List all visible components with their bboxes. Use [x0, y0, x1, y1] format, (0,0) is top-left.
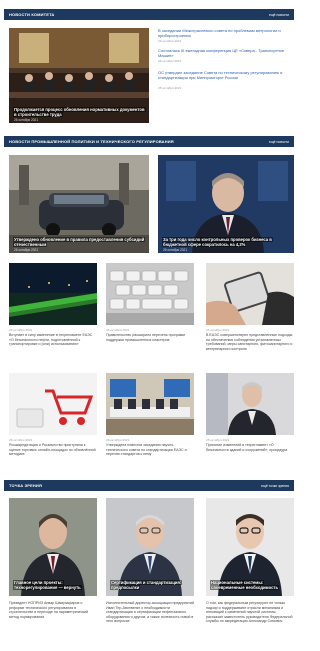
- news-title[interactable]: Росаккредитация и Роскачество приступили…: [9, 443, 97, 471]
- featured-caption: Продолжается процесс обновления норматив…: [13, 106, 146, 117]
- section-title: НОВОСТИ ПРОМЫШЛЕННОЙ ПОЛИТИКИ И ТЕХНИЧЕС…: [9, 139, 174, 144]
- industry-featured-card[interactable]: Утверждено обновление в правила предоста…: [9, 155, 149, 253]
- committee-news-link[interactable]: Состоялась III ежегодная конференция ЦЕ …: [158, 48, 294, 58]
- official-portrait-photo: [206, 373, 294, 435]
- featured-date: 26 октября 2021: [163, 247, 188, 252]
- tablet-hands-photo: [206, 263, 294, 325]
- news-title[interactable]: В ЕАЭС совершенствуют представленные под…: [206, 333, 294, 365]
- section-title: ТОЧКА ЗРЕНИЯ: [9, 483, 42, 488]
- featured-date: 26 октября 2021: [14, 247, 39, 252]
- opinion-card[interactable]: Национальные системы: своевременные необ…: [206, 498, 294, 596]
- news-thumbnail[interactable]: [106, 263, 194, 325]
- keyboard-photo: [106, 263, 194, 325]
- featured-caption: За три года число контрольных проверок б…: [162, 236, 273, 247]
- featured-caption: Утверждено обновление в правила предоста…: [13, 236, 146, 247]
- news-date: 25 октября 2021: [158, 86, 182, 90]
- featured-date: 26 октября 2021: [14, 117, 39, 122]
- news-thumbnail[interactable]: [106, 373, 194, 435]
- news-date: 25 октября 2021: [206, 328, 230, 332]
- opinion-card[interactable]: Главное цели проекты: технорегулирование…: [9, 498, 97, 596]
- news-date: 26 октября 2021: [158, 39, 182, 43]
- news-title[interactable]: Вступает в силу изменение в техрегламент…: [9, 333, 97, 365]
- news-title[interactable]: Правительство расширило перечень програм…: [106, 333, 194, 365]
- news-date: 26 октября 2021: [9, 438, 33, 442]
- news-thumbnail[interactable]: [206, 263, 294, 325]
- featured-news-card[interactable]: Продолжается процесс обновления норматив…: [9, 28, 149, 123]
- news-date: 26 октября 2021: [9, 328, 33, 332]
- section-header-industry: НОВОСТИ ПРОМЫШЛЕННОЙ ПОЛИТИКИ И ТЕХНИЧЕС…: [4, 136, 294, 147]
- news-thumbnail[interactable]: [9, 263, 97, 325]
- section-header-opinion: ТОЧКА ЗРЕНИЯ ещё точки зрения: [4, 480, 294, 491]
- news-title[interactable]: Принятие изменений в техрегламент «О без…: [206, 443, 294, 471]
- news-date: 26 октября 2021: [106, 438, 130, 442]
- more-opinions-link[interactable]: ещё точки зрения: [261, 484, 289, 488]
- committee-news-link[interactable]: ОС утвердил заседание Совета по техничес…: [158, 70, 294, 85]
- news-thumbnail[interactable]: [9, 373, 97, 435]
- section-header-committee: НОВОСТИ КОМИТЕТА ещё новости: [4, 9, 294, 20]
- industry-featured-card[interactable]: За три года число контрольных проверок б…: [158, 155, 294, 253]
- section-title: НОВОСТИ КОМИТЕТА: [9, 12, 55, 17]
- news-date: 25 октября 2021: [206, 438, 230, 442]
- opinion-caption: Национальные системы: своевременные необ…: [210, 579, 280, 590]
- opinion-caption: Сертификация и стандартизация: предпосыл…: [110, 579, 183, 590]
- more-news-link[interactable]: ещё новости: [269, 13, 289, 17]
- shopping-cart-photo: [9, 373, 97, 435]
- oil-pipeline-photo: [9, 263, 97, 325]
- committee-news-link[interactable]: В заседании Межотраслевого совета по про…: [158, 28, 294, 38]
- opinion-summary[interactable]: О том, как федеральным регулируют не тол…: [206, 601, 294, 645]
- opinion-summary[interactable]: Исполнительный директор ассоциации предп…: [106, 601, 194, 645]
- opinion-summary[interactable]: Президент НОПРИЗ Анвар Шамузафаров о реф…: [9, 601, 97, 645]
- news-thumbnail[interactable]: [206, 373, 294, 435]
- opinion-card[interactable]: Сертификация и стандартизация: предпосыл…: [106, 498, 194, 596]
- news-date: 26 октября 2021: [158, 59, 182, 63]
- news-date: 26 октября 2021: [106, 328, 130, 332]
- news-title[interactable]: Утверждена повестка заседания научно-тех…: [106, 443, 194, 471]
- more-news-link[interactable]: ещё новости: [269, 140, 289, 144]
- meeting-room-photo: [106, 373, 194, 435]
- opinion-caption: Главное цели проекты: технорегулирование…: [13, 579, 82, 590]
